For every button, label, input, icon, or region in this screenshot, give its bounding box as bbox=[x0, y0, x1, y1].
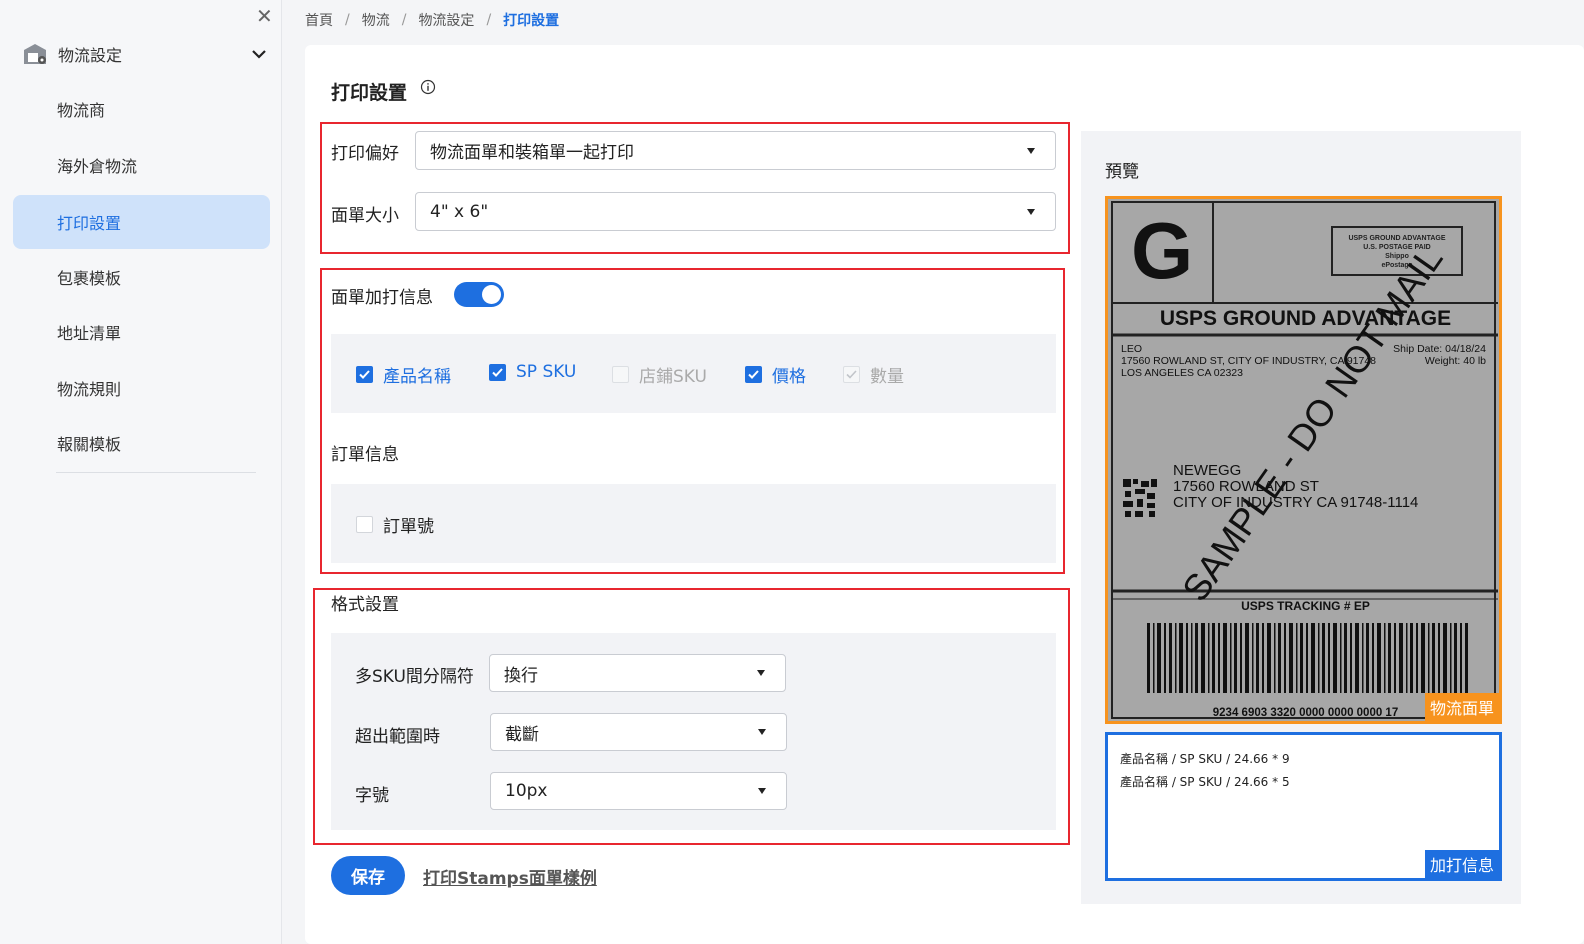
to-line: CITY OF INDUSTRY CA 91748-1114 bbox=[1173, 494, 1419, 511]
sku-separator-select[interactable]: 換行 bbox=[489, 654, 786, 692]
print-sample-link[interactable]: 打印Stamps面單樣例 bbox=[423, 864, 597, 889]
breadcrumb-separator: / bbox=[401, 12, 407, 28]
breadcrumb-separator: / bbox=[486, 12, 492, 28]
breadcrumb-current: 打印設置 bbox=[503, 13, 560, 29]
sidebar-item-address-list[interactable]: 地址清單 bbox=[13, 305, 270, 359]
checkbox-checked-disabled-icon bbox=[843, 366, 860, 383]
checkbox-label: 價格 bbox=[772, 367, 806, 387]
sidebar-item-package-templates[interactable]: 包裹模板 bbox=[13, 250, 270, 304]
checkbox-price[interactable]: 價格 bbox=[745, 362, 806, 387]
overflow-select[interactable]: 截斷 bbox=[490, 713, 787, 751]
print-pref-select[interactable]: 物流面單和裝箱單一起打印 bbox=[415, 131, 1056, 170]
toggle-knob bbox=[482, 285, 501, 304]
ship-date: Ship Date: 04/18/24 bbox=[1393, 343, 1486, 355]
sidebar-group-logistics[interactable]: 物流設定 bbox=[22, 40, 272, 68]
weight: Weight: 40 lb bbox=[1424, 355, 1486, 367]
checkbox-label: 店鋪SKU bbox=[639, 367, 707, 387]
checkbox-sp-sku[interactable]: SP SKU bbox=[489, 362, 576, 382]
extra-info-preview: 產品名稱 / SP SKU / 24.66 * 9 產品名稱 / SP SKU … bbox=[1105, 732, 1502, 881]
checkbox-unchecked-icon bbox=[612, 366, 629, 383]
extra-info-line: 產品名稱 / SP SKU / 24.66 * 9 bbox=[1120, 752, 1290, 766]
breadcrumb-home[interactable]: 首頁 bbox=[305, 10, 333, 30]
checkbox-checked-icon bbox=[745, 366, 762, 383]
shipping-label: G USPS GROUND ADVANTAGE U.S. POSTAGE PAI… bbox=[1111, 201, 1498, 719]
sku-separator-value: 換行 bbox=[504, 665, 538, 686]
breadcrumb-logistics-settings[interactable]: 物流設定 bbox=[418, 10, 474, 30]
checkbox-quantity: 數量 bbox=[843, 362, 904, 387]
checkbox-store-sku: 店鋪SKU bbox=[612, 362, 707, 387]
breadcrumb: 首頁 / 物流 / 物流設定 / 打印設置 bbox=[305, 10, 559, 30]
font-size-select[interactable]: 10px bbox=[490, 772, 787, 810]
warehouse-settings-icon bbox=[24, 44, 46, 64]
page-title: 打印設置 bbox=[331, 82, 408, 104]
checkbox-unchecked-icon bbox=[356, 516, 373, 533]
barcode bbox=[1147, 623, 1468, 693]
chevron-down-icon[interactable] bbox=[250, 45, 268, 63]
print-pref-value: 物流面單和裝箱單一起打印 bbox=[430, 143, 634, 163]
label-size-select[interactable]: 4" x 6" bbox=[415, 192, 1056, 231]
font-size-value: 10px bbox=[505, 781, 548, 801]
close-sidebar-icon[interactable]: ✕ bbox=[256, 4, 273, 28]
caret-down-icon bbox=[1027, 208, 1035, 215]
caret-down-icon bbox=[757, 670, 765, 676]
checkbox-label: 產品名稱 bbox=[383, 367, 451, 387]
info-icon[interactable] bbox=[420, 79, 436, 95]
breadcrumb-logistics[interactable]: 物流 bbox=[362, 10, 390, 30]
service-letter: G bbox=[1131, 206, 1194, 295]
extra-info-label: 面單加打信息 bbox=[331, 288, 433, 308]
breadcrumb-separator: / bbox=[345, 12, 350, 28]
sku-separator-label: 多SKU間分隔符 bbox=[355, 667, 474, 687]
checkbox-checked-icon bbox=[489, 363, 506, 381]
label-tag: 物流面單 bbox=[1424, 693, 1499, 721]
sidebar-item-logistics-rules[interactable]: 物流規則 bbox=[13, 361, 270, 415]
caret-down-icon bbox=[1027, 147, 1035, 154]
overflow-value: 截斷 bbox=[505, 724, 539, 745]
sidebar-group-label: 物流設定 bbox=[58, 46, 123, 65]
label-size-value: 4" x 6" bbox=[430, 201, 489, 222]
save-button[interactable]: 保存 bbox=[331, 856, 405, 895]
sidebar: ✕ 物流設定 物流商 海外倉物流 打印設置 包裹模板 地址清單 物流規則 報關模… bbox=[0, 0, 282, 944]
checkbox-checked-icon bbox=[356, 366, 373, 383]
sidebar-item-overseas[interactable]: 海外倉物流 bbox=[13, 138, 270, 192]
ship-info: Ship Date: 04/18/24 Weight: 40 lb bbox=[1393, 343, 1486, 367]
checkbox-label: SP SKU bbox=[516, 362, 577, 382]
checkbox-product-name[interactable]: 產品名稱 bbox=[356, 362, 451, 387]
extra-info-tag: 加打信息 bbox=[1424, 850, 1499, 878]
print-pref-label: 打印偏好 bbox=[331, 144, 399, 164]
checkbox-order-number[interactable]: 訂單號 bbox=[356, 512, 434, 537]
sidebar-item-customs-templates[interactable]: 報關模板 bbox=[13, 416, 270, 470]
extra-info-line: 產品名稱 / SP SKU / 24.66 * 5 bbox=[1120, 775, 1290, 789]
overflow-label: 超出範圍時 bbox=[355, 727, 440, 747]
service-name: USPS GROUND ADVANTAGE bbox=[1159, 307, 1452, 330]
qr-code bbox=[1123, 479, 1157, 517]
caret-down-icon bbox=[758, 729, 766, 735]
order-options-panel bbox=[331, 484, 1056, 563]
caret-down-icon bbox=[758, 788, 766, 794]
preview-title: 預覽 bbox=[1105, 162, 1139, 182]
checkbox-label: 數量 bbox=[870, 367, 904, 387]
checkbox-label: 訂單號 bbox=[383, 517, 434, 537]
extra-info-toggle[interactable] bbox=[454, 282, 504, 307]
tracking-title: USPS TRACKING # EP bbox=[1241, 599, 1370, 613]
sidebar-item-print-settings[interactable]: 打印設置 bbox=[13, 195, 270, 249]
font-size-label: 字號 bbox=[355, 786, 389, 806]
sidebar-divider bbox=[56, 472, 256, 473]
order-info-label: 訂單信息 bbox=[331, 445, 399, 465]
sidebar-item-carriers[interactable]: 物流商 bbox=[13, 82, 270, 136]
label-size-label: 面單大小 bbox=[331, 206, 399, 226]
shipping-label-preview: G USPS GROUND ADVANTAGE U.S. POSTAGE PAI… bbox=[1105, 196, 1502, 724]
format-label: 格式設置 bbox=[331, 595, 399, 615]
